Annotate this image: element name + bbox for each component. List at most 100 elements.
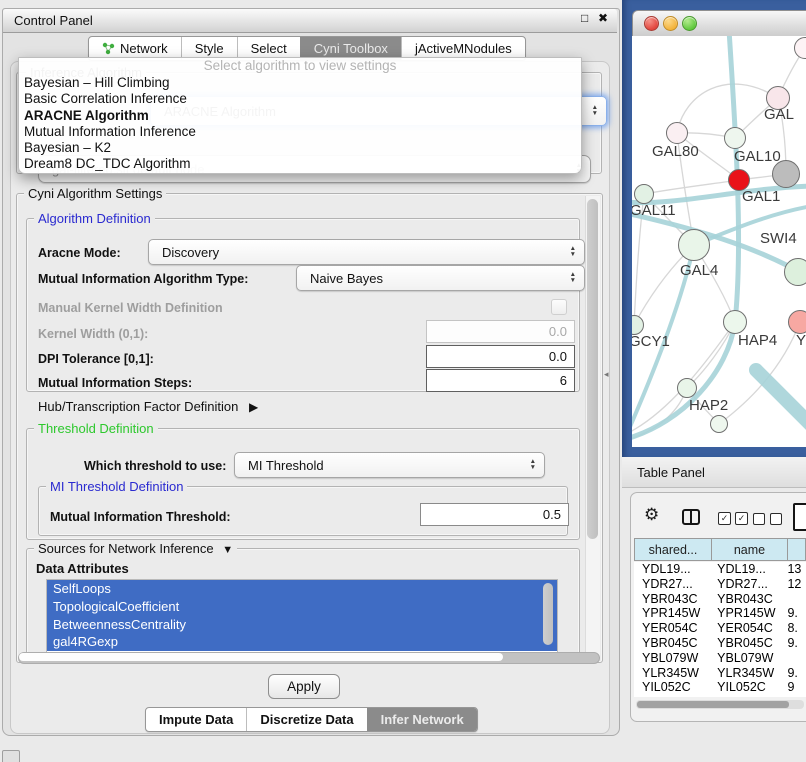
tab-discretize-data[interactable]: Discretize Data — [246, 708, 366, 731]
network-node-hap2[interactable] — [677, 378, 697, 398]
network-node-y[interactable] — [788, 310, 806, 334]
manual-kernel-checkbox[interactable] — [551, 299, 567, 315]
dpi-tolerance-field[interactable]: 0.0 — [426, 345, 575, 368]
table-cell[interactable]: 8. — [783, 621, 806, 636]
table-cell[interactable] — [783, 651, 806, 666]
algorithm-popup-item[interactable]: Dream8 DC_TDC Algorithm — [19, 156, 581, 172]
data-attribute-item[interactable]: BetweennessCentrality — [47, 616, 557, 634]
table-row[interactable]: YER054CYER054C8. — [634, 621, 806, 636]
algorithm-popup-item[interactable]: ARACNE Algorithm — [19, 108, 581, 124]
tab-infer-network[interactable]: Infer Network — [367, 708, 477, 731]
mi-type-combo[interactable]: Naive Bayes ▲▼ — [296, 265, 585, 291]
table-cell[interactable]: YLR345W — [709, 666, 783, 681]
network-node-swi4[interactable] — [784, 258, 806, 286]
network-node-gal80[interactable] — [666, 122, 688, 144]
table-cell[interactable]: YER054C — [634, 621, 709, 636]
sources-group-disclosure[interactable]: Sources for Network Inference ▼ — [34, 541, 237, 556]
table-cell[interactable]: 12 — [783, 577, 806, 592]
zoom-window-icon[interactable] — [682, 16, 697, 31]
network-node-gal10[interactable] — [724, 127, 746, 149]
settings-hscrollbar-thumb[interactable] — [19, 653, 503, 661]
table-cell[interactable]: YBL079W — [634, 651, 709, 666]
table-row[interactable]: YBR043CYBR043C — [634, 592, 806, 607]
table-hscrollbar-thumb[interactable] — [637, 701, 789, 708]
table-cell[interactable]: YBL079W — [709, 651, 783, 666]
column-header-name[interactable]: name — [712, 539, 788, 560]
algorithm-popup-item[interactable]: Bayesian – K2 — [19, 140, 581, 156]
aracne-mode-combo[interactable]: Discovery ▲▼ — [148, 239, 585, 265]
attributes-scrollbar-thumb[interactable] — [543, 583, 553, 645]
table-cell[interactable]: 9. — [783, 666, 806, 681]
column-header-partial[interactable] — [788, 539, 805, 560]
mi-steps-field[interactable]: 6 — [426, 369, 575, 392]
minimize-window-icon[interactable] — [663, 16, 678, 31]
select-all-checkboxes-icon[interactable]: ✓ ✓ — [718, 512, 748, 525]
kernel-width-field[interactable]: 0.0 — [426, 320, 575, 343]
network-edge[interactable] — [677, 84, 778, 133]
table-cell[interactable]: YBR043C — [709, 592, 783, 607]
mi-threshold-field[interactable]: 0.5 — [420, 503, 569, 526]
table-row[interactable]: YBR045CYBR045C9. — [634, 636, 806, 651]
network-edge[interactable] — [756, 370, 806, 442]
table-row[interactable]: YLR345WYLR345W9. — [634, 666, 806, 681]
tab-impute-data-label: Impute Data — [159, 712, 233, 727]
tab-impute-data[interactable]: Impute Data — [146, 708, 246, 731]
minimized-panel-icon[interactable] — [2, 750, 20, 762]
settings-scrollbar-thumb[interactable] — [587, 199, 598, 539]
network-node[interactable] — [772, 160, 800, 188]
table-cell[interactable]: 13 — [783, 562, 806, 577]
network-edge[interactable] — [644, 180, 739, 194]
table-cell[interactable]: YPR145W — [709, 606, 783, 621]
table-cell[interactable]: YDR27... — [709, 577, 783, 592]
splitter-collapse-icon[interactable]: ◂ — [604, 369, 609, 380]
hub-definition-label: Hub/Transcription Factor Definition — [38, 399, 238, 414]
table-cell[interactable]: YBR045C — [634, 636, 709, 651]
table-row[interactable]: YBL079WYBL079W — [634, 651, 806, 666]
data-attribute-item[interactable]: SelfLoops — [47, 580, 557, 598]
algorithm-popup-item[interactable]: Basic Correlation Inference — [19, 91, 581, 107]
table-row[interactable]: YDL19...YDL19...13 — [634, 562, 806, 577]
split-columns-icon[interactable] — [682, 509, 700, 525]
table-cell[interactable]: YER054C — [709, 621, 783, 636]
network-node-gal11[interactable] — [634, 184, 654, 204]
algorithm-popup-item[interactable]: Mutual Information Inference — [19, 124, 581, 140]
table-row[interactable]: YDR27...YDR27...12 — [634, 577, 806, 592]
network-canvas[interactable]: GALGAL80GAL10GAL1GAL11GAL4SWI4GCY1HAP4YH… — [632, 36, 806, 447]
algorithm-popup-item[interactable]: Bayesian – Hill Climbing — [19, 75, 581, 91]
table-cell[interactable]: YLR345W — [634, 666, 709, 681]
network-node[interactable] — [710, 415, 728, 433]
data-attribute-item[interactable]: gal4RGexp — [47, 633, 557, 651]
table-cell[interactable]: YIL052C — [709, 680, 783, 695]
network-node-hap4[interactable] — [723, 310, 747, 334]
table-cell[interactable]: YDL19... — [634, 562, 709, 577]
close-window-icon[interactable] — [644, 16, 659, 31]
table-cell[interactable]: YBR043C — [634, 592, 709, 607]
table-cell[interactable]: YDL19... — [709, 562, 783, 577]
float-panel-icon[interactable]: □ — [581, 11, 588, 25]
tab-infer-network-label: Infer Network — [381, 712, 464, 727]
which-threshold-combo[interactable]: MI Threshold ▲▼ — [234, 452, 545, 478]
table-row[interactable]: YIL052CYIL052C9 — [634, 680, 806, 695]
hub-definition-disclosure[interactable]: Hub/Transcription Factor Definition ▶ — [38, 399, 258, 414]
tab-jactivemnodules-label: jActiveMNodules — [415, 41, 512, 56]
table-cell[interactable]: YBR045C — [709, 636, 783, 651]
table-cell[interactable]: YIL052C — [634, 680, 709, 695]
table-cell[interactable] — [783, 592, 806, 607]
table-cell[interactable]: 9. — [783, 636, 806, 651]
network-tab-icon — [102, 42, 115, 55]
table-row[interactable]: YPR145WYPR145W9. — [634, 606, 806, 621]
table-cell[interactable]: YDR27... — [634, 577, 709, 592]
deselect-all-checkboxes-icon[interactable] — [753, 513, 782, 525]
table-cell[interactable]: 9. — [783, 606, 806, 621]
gear-icon[interactable]: ⚙ — [644, 505, 659, 525]
which-threshold-label: Which threshold to use: — [84, 459, 226, 473]
data-attribute-item[interactable]: TopologicalCoefficient — [47, 598, 557, 616]
apply-button[interactable]: Apply — [268, 674, 340, 699]
table-cell[interactable]: 9 — [783, 680, 806, 695]
column-header-shared-name[interactable]: shared... — [635, 539, 712, 560]
new-table-icon[interactable] — [793, 503, 806, 531]
network-node-label: SWI4 — [760, 230, 797, 247]
close-panel-icon[interactable]: ✖ — [598, 11, 608, 25]
table-cell[interactable]: YPR145W — [634, 606, 709, 621]
network-node-gal4[interactable] — [678, 229, 710, 261]
